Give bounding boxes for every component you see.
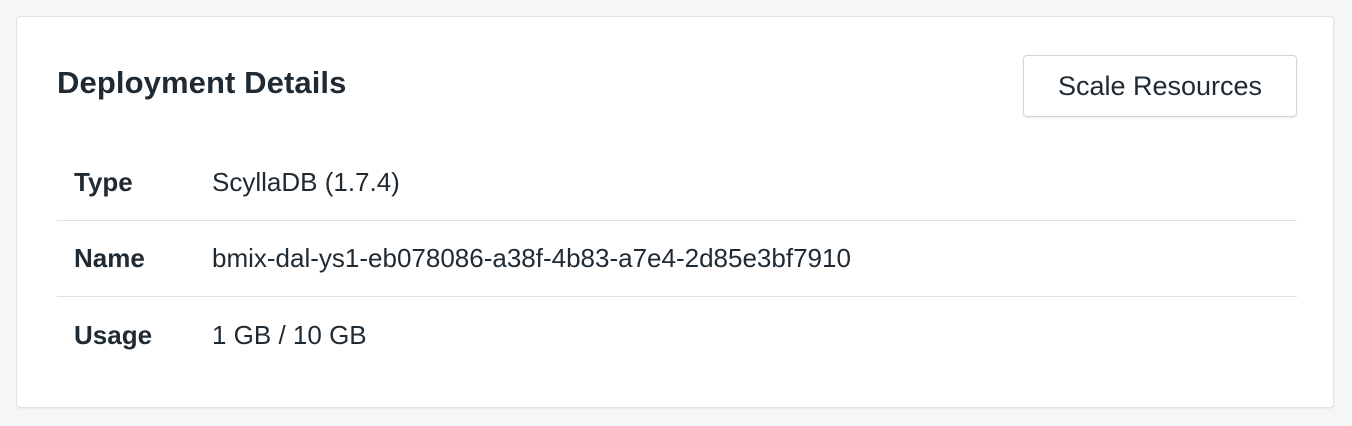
details-label-usage: Usage <box>74 319 153 350</box>
scale-resources-button[interactable]: Scale Resources <box>1023 55 1297 117</box>
details-row-name: Name bmix-dal-ys1-eb078086-a38f-4b83-a7e… <box>57 221 1297 297</box>
details-table: Type ScyllaDB (1.7.4) Name bmix-dal-ys1-… <box>57 145 1297 373</box>
details-value-usage: 1 GB / 10 GB <box>212 319 367 350</box>
details-value-name: bmix-dal-ys1-eb078086-a38f-4b83-a7e4-2d8… <box>212 243 851 273</box>
card-title: Deployment Details <box>57 65 347 100</box>
details-value-type: ScyllaDB (1.7.4) <box>212 167 400 197</box>
details-label-type: Type <box>74 167 133 197</box>
details-label-name: Name <box>74 243 145 273</box>
deployment-details-card: Deployment Details Scale Resources Type … <box>16 16 1334 408</box>
details-row-type: Type ScyllaDB (1.7.4) <box>57 145 1297 221</box>
details-row-usage: Usage 1 GB / 10 GB <box>57 297 1297 373</box>
